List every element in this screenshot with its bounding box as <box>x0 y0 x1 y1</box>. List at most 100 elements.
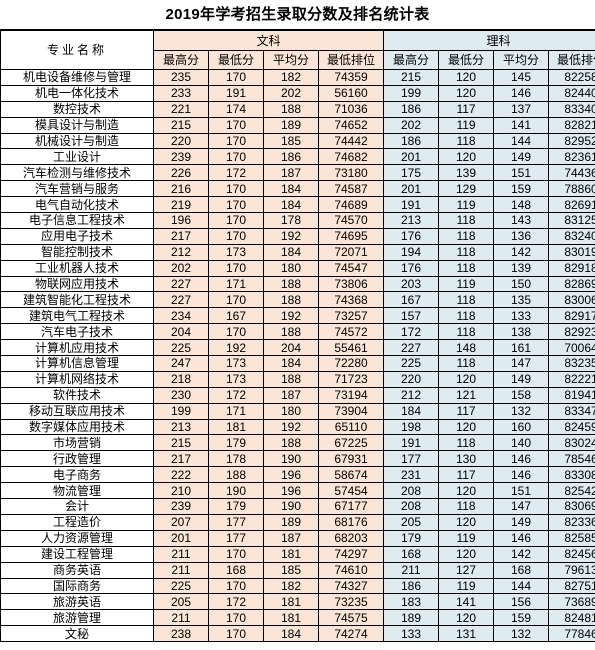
column-header-major: 专业名称 <box>0 30 154 70</box>
cell-li-min: 117 <box>438 100 495 118</box>
table-row: 电气自动化技术 219 170 184 74689 191 119 148 82691 <box>0 196 595 214</box>
cell-li-max: 167 <box>383 291 440 309</box>
cell-wen-rank: 74327 <box>317 577 385 595</box>
table-row: 应用电子技术 217 170 192 74695 176 118 136 83240 <box>0 227 595 245</box>
cell-li-max: 186 <box>383 132 440 150</box>
cell-wen-min: 170 <box>208 69 264 86</box>
cell-wen-min: 179 <box>208 434 264 452</box>
cell-wen-max: 239 <box>153 498 209 515</box>
cell-wen-rank: 74689 <box>317 196 385 214</box>
cell-wen-max: 234 <box>153 307 209 325</box>
table-row: 汽车电子技术 204 170 188 74572 172 118 138 82923 <box>0 323 595 341</box>
cell-li-rank: 82336 <box>548 513 595 531</box>
cell-wen-rank: 58674 <box>317 466 385 484</box>
statistics-page: 2019年学考招生录取分数及排名统计表 专业名称 文科 理科 最高分 最低分 平… <box>0 0 595 650</box>
cell-major-name: 国际商务 <box>0 577 154 595</box>
table-row: 汽车检测与维修技术 226 172 187 73180 175 139 151 74436 <box>0 164 595 182</box>
cell-li-rank: 82221 <box>548 370 595 388</box>
cell-wen-avg: 178 <box>263 212 319 229</box>
cell-li-rank: 82821 <box>548 116 595 134</box>
cell-wen-min: 192 <box>208 339 264 357</box>
table-row: 国际商务 225 170 182 74327 186 119 144 82751 <box>0 577 595 595</box>
cell-li-rank: 78860 <box>548 180 595 198</box>
cell-li-avg: 150 <box>493 275 550 293</box>
cell-wen-avg: 189 <box>263 513 319 531</box>
cell-major-name: 计算机网络技术 <box>0 370 154 388</box>
cell-li-min: 141 <box>438 593 495 611</box>
cell-major-name: 电子商务 <box>0 466 154 484</box>
table-row: 电子商务 222 188 196 58674 231 117 146 83308 <box>0 466 595 484</box>
cell-li-max: 184 <box>383 402 440 420</box>
table-row: 计算机网络技术 218 173 188 71723 220 120 149 82221 <box>0 370 595 388</box>
cell-li-max: 186 <box>383 100 440 118</box>
cell-major-name: 物联网应用技术 <box>0 275 154 293</box>
table-row: 人力资源管理 201 177 187 68203 179 119 146 82585 <box>0 529 595 547</box>
cell-li-avg: 147 <box>493 355 550 372</box>
cell-li-avg: 133 <box>493 307 550 325</box>
cell-wen-min: 190 <box>208 482 264 500</box>
cell-li-avg: 146 <box>493 450 550 468</box>
cell-wen-rank: 71723 <box>317 370 385 388</box>
cell-major-name: 建设工程管理 <box>0 545 154 563</box>
cell-li-max: 186 <box>383 577 440 595</box>
cell-wen-rank: 73904 <box>317 402 385 420</box>
cell-wen-max: 201 <box>153 529 209 547</box>
cell-li-avg: 156 <box>493 593 550 611</box>
cell-li-min: 118 <box>438 227 495 245</box>
cell-li-max: 189 <box>383 609 440 627</box>
cell-li-avg: 149 <box>493 513 550 531</box>
table-row: 文秘 238 170 184 74274 133 131 132 77846 <box>0 625 595 643</box>
cell-li-rank: 78546 <box>548 450 595 468</box>
cell-wen-min: 170 <box>208 625 264 643</box>
cell-wen-max: 202 <box>153 259 209 277</box>
cell-wen-rank: 74570 <box>317 212 385 229</box>
table-row: 工业机器人技术 202 170 180 74547 176 118 139 82918 <box>0 259 595 277</box>
cell-li-max: 211 <box>383 561 440 579</box>
cell-wen-max: 247 <box>153 355 209 372</box>
cell-wen-rank: 72071 <box>317 243 385 261</box>
cell-wen-avg: 181 <box>263 593 319 611</box>
cell-li-min: 120 <box>438 69 495 86</box>
cell-major-name: 计算机应用技术 <box>0 339 154 357</box>
cell-li-avg: 139 <box>493 259 550 277</box>
column-header-wen-rank: 最低排位 <box>317 50 385 70</box>
cell-li-max: 176 <box>383 227 440 245</box>
cell-wen-max: 219 <box>153 196 209 214</box>
cell-li-avg: 142 <box>493 545 550 563</box>
column-header-wen-max: 最高分 <box>153 50 209 70</box>
cell-li-max: 213 <box>383 212 440 229</box>
cell-wen-avg: 182 <box>263 577 319 595</box>
table-row: 市场营销 215 179 188 67225 191 118 140 83024 <box>0 434 595 452</box>
cell-wen-min: 170 <box>208 609 264 627</box>
cell-wen-max: 220 <box>153 132 209 150</box>
cell-li-avg: 158 <box>493 386 550 404</box>
cell-wen-rank: 74652 <box>317 116 385 134</box>
column-header-li-max: 最高分 <box>383 50 440 70</box>
cell-li-rank: 83235 <box>548 355 595 372</box>
cell-li-avg: 149 <box>493 370 550 388</box>
cell-li-rank: 82869 <box>548 275 595 293</box>
column-group-science: 理科 <box>383 30 595 51</box>
cell-major-name: 工业设计 <box>0 148 154 166</box>
cell-major-name: 数控技术 <box>0 100 154 118</box>
cell-wen-avg: 182 <box>263 69 319 86</box>
cell-li-max: 203 <box>383 275 440 293</box>
cell-wen-rank: 57454 <box>317 482 385 500</box>
cell-wen-avg: 184 <box>263 355 319 372</box>
cell-li-avg: 141 <box>493 116 550 134</box>
cell-wen-max: 199 <box>153 402 209 420</box>
cell-li-max: 168 <box>383 545 440 563</box>
cell-wen-avg: 181 <box>263 545 319 563</box>
cell-li-rank: 82923 <box>548 323 595 341</box>
cell-li-rank: 83340 <box>548 100 595 118</box>
cell-li-rank: 79613 <box>548 561 595 579</box>
cell-wen-rank: 71036 <box>317 100 385 118</box>
cell-wen-avg: 192 <box>263 227 319 245</box>
cell-li-min: 117 <box>438 466 495 484</box>
cell-wen-min: 170 <box>208 212 264 229</box>
cell-li-min: 130 <box>438 450 495 468</box>
cell-wen-avg: 187 <box>263 164 319 182</box>
cell-major-name: 移动互联应用技术 <box>0 402 154 420</box>
cell-li-avg: 137 <box>493 100 550 118</box>
cell-li-min: 120 <box>438 513 495 531</box>
